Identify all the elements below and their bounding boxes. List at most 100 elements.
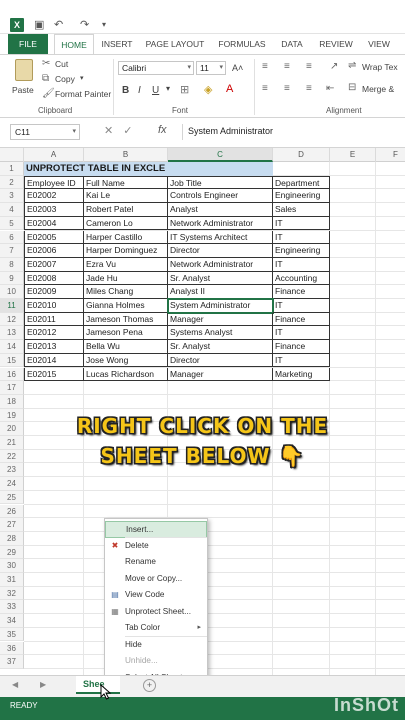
table-cell[interactable]: IT (273, 216, 330, 231)
table-cell[interactable]: IT (273, 257, 330, 272)
font-color-icon[interactable]: A (226, 83, 233, 95)
table-cell[interactable]: Sales (273, 203, 330, 217)
row-header[interactable]: 31 (0, 573, 24, 587)
cancel-icon[interactable]: ✕ (104, 125, 123, 137)
table-cell[interactable]: Lucas Richardson (84, 367, 168, 382)
row-header[interactable]: 26 (0, 504, 24, 519)
column-header-a[interactable]: A (24, 148, 84, 162)
row-header[interactable]: 16 (0, 367, 24, 382)
column-header-d[interactable]: D (273, 148, 330, 162)
table-cell[interactable]: Gianna Holmes (84, 299, 168, 313)
row-header[interactable]: 37 (0, 655, 24, 669)
sheet-title-cell[interactable]: UNPROTECT TABLE IN EXCLE (24, 162, 273, 176)
format-painter-button[interactable]: Format Painter (55, 89, 111, 99)
menu-item-delete[interactable]: ✖ Delete (105, 538, 207, 555)
table-cell[interactable]: Marketing (273, 367, 330, 382)
row-header[interactable]: 1 (0, 162, 24, 176)
sheet-tab[interactable]: Shee (76, 676, 120, 694)
table-cell[interactable]: Jameson Thomas (84, 312, 168, 327)
wrap-text-button[interactable]: Wrap Tex (362, 62, 398, 72)
table-cell[interactable]: Harper Castillo (84, 230, 168, 245)
tab-view[interactable]: VIEW (364, 34, 394, 54)
table-cell[interactable]: IT (273, 353, 330, 368)
table-header-cell[interactable]: Department (273, 175, 330, 190)
menu-item-rename[interactable]: Rename (105, 554, 207, 571)
table-cell[interactable]: Jameson Pena (84, 326, 168, 341)
row-header[interactable]: 5 (0, 216, 24, 231)
row-header[interactable]: 36 (0, 641, 24, 656)
table-cell[interactable]: Jade Hu (84, 271, 168, 286)
table-cell[interactable]: Engineering (273, 244, 330, 258)
table-cell[interactable]: Analyst II (168, 285, 273, 299)
row-header[interactable]: 12 (0, 312, 24, 327)
align-middle-icon[interactable]: ≡ (284, 61, 290, 72)
menu-item-tab-color[interactable]: Tab Color ▸ (105, 620, 207, 637)
name-box[interactable]: C11 ▾ (10, 124, 80, 140)
row-header[interactable]: 24 (0, 477, 24, 491)
menu-item-unprotect-sheet[interactable]: ▦ Unprotect Sheet... (105, 604, 207, 621)
row-header[interactable]: 15 (0, 353, 24, 368)
enter-icon[interactable]: ✓ (123, 125, 142, 137)
table-cell[interactable]: E02006 (24, 244, 84, 258)
prev-sheet-icon[interactable]: ◀ (12, 680, 18, 689)
row-header[interactable]: 32 (0, 586, 24, 601)
row-header[interactable]: 3 (0, 189, 24, 204)
tab-home[interactable]: HOME (54, 34, 94, 54)
row-header[interactable]: 27 (0, 518, 24, 532)
row-header[interactable]: 14 (0, 340, 24, 354)
table-cell[interactable]: Finance (273, 312, 330, 327)
table-cell[interactable]: Miles Chang (84, 285, 168, 299)
table-cell[interactable]: Finance (273, 285, 330, 299)
table-cell[interactable]: E02011 (24, 312, 84, 327)
table-cell[interactable]: Manager (168, 312, 273, 327)
table-header-cell[interactable]: Employee ID (24, 175, 84, 190)
table-cell[interactable]: Analyst (168, 203, 273, 217)
table-cell[interactable]: Director (168, 244, 273, 258)
copy-button[interactable]: Copy (55, 74, 75, 84)
row-header[interactable]: 6 (0, 230, 24, 245)
align-center-icon[interactable]: ≡ (284, 83, 290, 94)
formula-input[interactable]: System Administrator (182, 124, 405, 140)
table-cell[interactable]: Director (168, 353, 273, 368)
row-header[interactable]: 11 (0, 299, 24, 313)
table-cell[interactable]: E02014 (24, 353, 84, 368)
table-cell[interactable]: Engineering (273, 189, 330, 204)
row-header[interactable]: 30 (0, 559, 24, 573)
tab-insert[interactable]: INSERT (100, 34, 134, 54)
table-cell[interactable]: E02002 (24, 189, 84, 204)
row-header[interactable]: 8 (0, 257, 24, 272)
font-name-select[interactable]: Calibri ▾ (118, 61, 194, 75)
row-header[interactable]: 33 (0, 600, 24, 615)
row-header[interactable]: 35 (0, 627, 24, 642)
copy-dropdown-icon[interactable]: ▾ (80, 74, 84, 82)
row-header[interactable]: 18 (0, 394, 24, 409)
row-header[interactable]: 34 (0, 614, 24, 628)
tab-review[interactable]: REVIEW (316, 34, 356, 54)
table-header-cell[interactable]: Full Name (84, 175, 168, 190)
table-cell[interactable]: E02012 (24, 326, 84, 341)
paste-button[interactable]: Paste (10, 59, 38, 99)
align-right-icon[interactable]: ≡ (306, 83, 312, 94)
menu-item-insert[interactable]: Insert... (105, 521, 207, 538)
menu-item-hide[interactable]: Hide (105, 637, 207, 654)
row-header[interactable]: 4 (0, 203, 24, 217)
tab-page-layout[interactable]: PAGE LAYOUT (142, 34, 208, 54)
table-cell[interactable]: IT (273, 230, 330, 245)
table-cell[interactable]: E02015 (24, 367, 84, 382)
table-cell[interactable]: E02003 (24, 203, 84, 217)
table-cell[interactable]: Finance (273, 340, 330, 354)
menu-item-move-or-copy[interactable]: Move or Copy... (105, 571, 207, 588)
merge-button[interactable]: Merge & (362, 84, 394, 94)
table-cell[interactable]: Accounting (273, 271, 330, 286)
row-header[interactable]: 2 (0, 175, 24, 190)
tab-formulas[interactable]: FORMULAS (216, 34, 268, 54)
cut-button[interactable]: Cut (55, 59, 68, 69)
redo-icon[interactable]: ↷ (80, 18, 89, 31)
table-cell[interactable]: E02008 (24, 271, 84, 286)
row-header[interactable]: 13 (0, 326, 24, 341)
font-size-select[interactable]: 11 ▾ (196, 61, 226, 75)
align-bottom-icon[interactable]: ≡ (306, 61, 312, 72)
align-top-icon[interactable]: ≡ (262, 61, 268, 72)
table-cell[interactable]: System Administrator (167, 298, 274, 314)
tab-file[interactable]: FILE (8, 34, 48, 54)
